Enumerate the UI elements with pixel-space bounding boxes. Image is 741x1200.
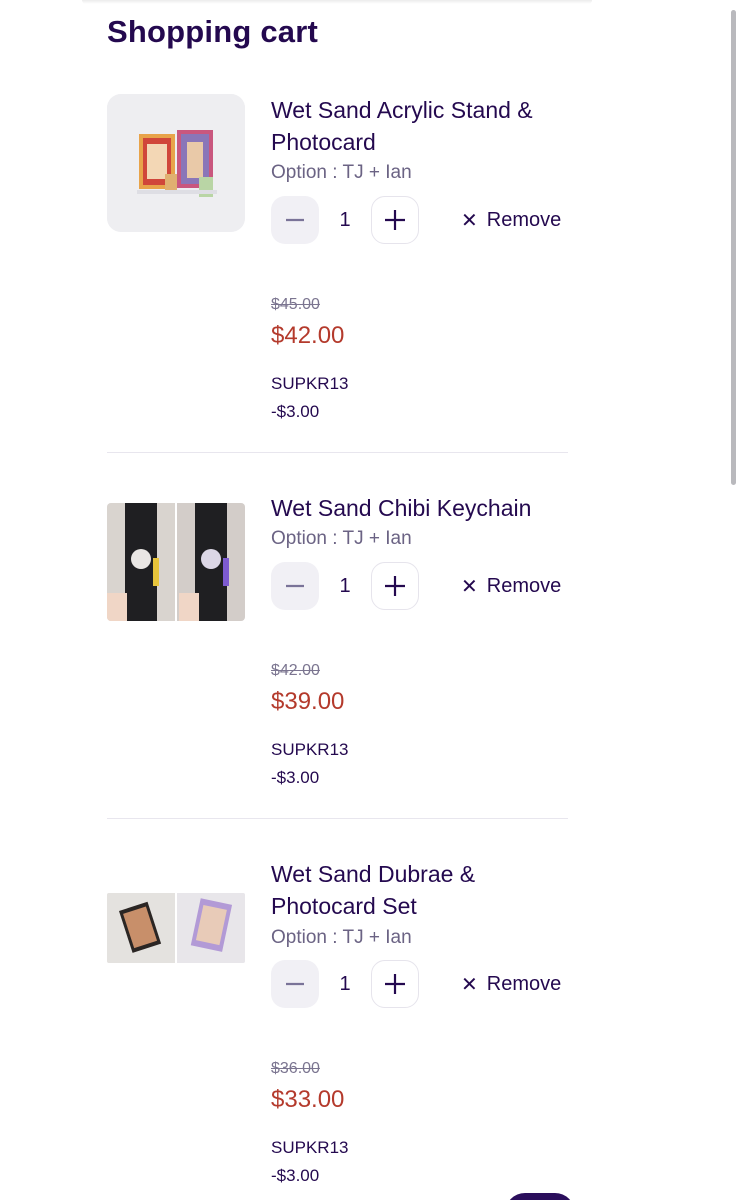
minus-icon <box>286 218 304 222</box>
original-price: $42.00 <box>271 662 320 679</box>
page-title: Shopping cart <box>107 14 318 49</box>
header-shadow <box>82 0 592 4</box>
remove-button[interactable]: ✕ Remove <box>461 960 561 1008</box>
decrease-quantity-button[interactable] <box>271 562 319 610</box>
product-option: Option : TJ + Ian <box>271 162 412 183</box>
quantity-stepper: 1 ✕ Remove <box>271 196 571 244</box>
minus-icon <box>286 584 304 588</box>
divider <box>107 818 568 819</box>
product-option: Option : TJ + Ian <box>271 927 412 948</box>
increase-quantity-button[interactable] <box>371 960 419 1008</box>
close-icon: ✕ <box>461 209 478 232</box>
promo-code: SUPKR13 <box>271 740 349 759</box>
decrease-quantity-button[interactable] <box>271 196 319 244</box>
divider <box>107 452 568 453</box>
chat-button[interactable] <box>505 1193 575 1200</box>
quantity-stepper: 1 ✕ Remove <box>271 960 571 1008</box>
plus-icon <box>385 974 405 994</box>
acrylic-stand-image <box>107 94 245 232</box>
remove-label: Remove <box>486 574 562 597</box>
plus-icon <box>385 576 405 596</box>
decrease-quantity-button[interactable] <box>271 960 319 1008</box>
minus-icon <box>286 982 304 986</box>
promo-code: SUPKR13 <box>271 1138 349 1157</box>
product-name[interactable]: Wet Sand Chibi Keychain <box>271 492 571 524</box>
scrollbar[interactable] <box>731 10 736 485</box>
product-name[interactable]: Wet Sand Dubrae & Photocard Set <box>271 858 571 922</box>
remove-label: Remove <box>486 972 562 995</box>
quantity-value: 1 <box>339 208 351 231</box>
product-name[interactable]: Wet Sand Acrylic Stand & Photocard <box>271 94 571 158</box>
sale-price: $39.00 <box>271 688 345 715</box>
quantity-value: 1 <box>339 574 351 597</box>
remove-label: Remove <box>486 208 562 231</box>
remove-button[interactable]: ✕ Remove <box>461 196 561 244</box>
promo-code: SUPKR13 <box>271 374 349 393</box>
plus-icon <box>385 210 405 230</box>
increase-quantity-button[interactable] <box>371 196 419 244</box>
keychain-image <box>107 503 245 621</box>
close-icon: ✕ <box>461 973 478 996</box>
promo-discount: -$3.00 <box>271 1166 320 1185</box>
product-image[interactable] <box>107 893 245 963</box>
product-option: Option : TJ + Ian <box>271 528 412 549</box>
original-price: $36.00 <box>271 1060 320 1077</box>
quantity-value: 1 <box>339 972 351 995</box>
quantity-stepper: 1 ✕ Remove <box>271 562 571 610</box>
increase-quantity-button[interactable] <box>371 562 419 610</box>
product-image[interactable] <box>107 503 245 621</box>
dubrae-photocard-image <box>107 893 245 963</box>
close-icon: ✕ <box>461 575 478 598</box>
promo-discount: -$3.00 <box>271 768 320 787</box>
promo-discount: -$3.00 <box>271 402 320 421</box>
product-image[interactable] <box>107 94 245 232</box>
sale-price: $42.00 <box>271 322 345 349</box>
cart-page: Shopping cart Wet Sand Acrylic Stand & P… <box>0 0 741 1200</box>
remove-button[interactable]: ✕ Remove <box>461 562 561 610</box>
sale-price: $33.00 <box>271 1086 345 1113</box>
original-price: $45.00 <box>271 296 320 313</box>
